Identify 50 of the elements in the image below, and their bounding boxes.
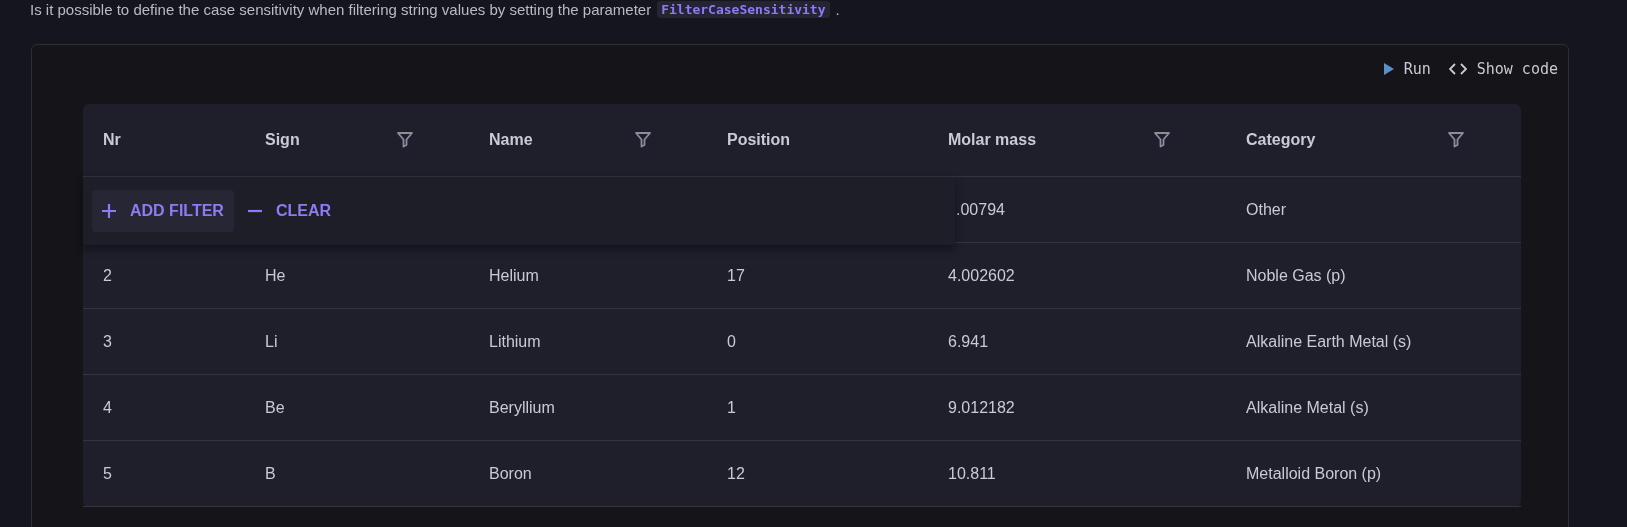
table-cell: Noble Gas (p) <box>1246 266 1346 285</box>
table-cell: B <box>265 464 276 483</box>
column-header: Sign <box>265 131 300 149</box>
table-cell: 4 <box>103 398 112 417</box>
play-icon <box>1383 63 1394 75</box>
table-cell: 10.811 <box>948 464 996 483</box>
filter-icon <box>1447 130 1465 148</box>
table-cell: 6.941 <box>948 332 989 351</box>
filter-icon <box>634 130 652 148</box>
filter-icon <box>1153 130 1171 148</box>
table-cell: 1 <box>727 398 736 417</box>
table-cell: 9.012182 <box>948 398 1015 417</box>
filter-button[interactable] <box>395 130 415 150</box>
table-cell: 0 <box>727 332 736 351</box>
table-cell: Boron <box>489 464 532 483</box>
filter-button[interactable] <box>633 130 653 150</box>
column-header: Category <box>1246 131 1316 149</box>
table-cell: Helium <box>489 266 539 285</box>
plus-icon <box>102 204 116 218</box>
code-snippet: FilterCaseSensitivity <box>657 1 830 18</box>
code-icon <box>1448 63 1467 75</box>
table-cell: Lithium <box>489 332 541 351</box>
table-cell: 12 <box>727 464 745 483</box>
table-cell: 5 <box>103 464 112 483</box>
filter-button[interactable] <box>1446 130 1466 150</box>
intro-text: Is it possible to define the case sensitivity when filtering string values by setting the parameter <box>30 1 652 18</box>
show-code-button[interactable]: Show code <box>1448 55 1558 83</box>
table-cell: 3 <box>103 332 112 351</box>
table-cell: .00794 <box>956 200 1005 219</box>
table-cell: Other <box>1246 200 1286 219</box>
table-cell: Alkaline Metal (s) <box>1246 398 1369 417</box>
filter-button[interactable] <box>1152 130 1172 150</box>
table-cell: Be <box>265 398 285 417</box>
table-cell: He <box>265 266 286 285</box>
table-cell: 4.002602 <box>948 266 1015 285</box>
table-cell: Li <box>265 332 278 351</box>
column-header: Position <box>727 131 791 149</box>
filter-icon <box>396 130 414 148</box>
intro-text: . <box>835 1 840 18</box>
table-cell: Metalloid Boron (p) <box>1246 464 1382 483</box>
run-button[interactable]: Run <box>1383 55 1431 83</box>
table-cell: Alkaline Earth Metal (s) <box>1246 332 1412 351</box>
clear-button[interactable]: CLEAR <box>237 190 342 232</box>
column-header: Name <box>489 131 533 149</box>
table-cell: 17 <box>727 266 745 285</box>
table-cell: Beryllium <box>489 398 555 417</box>
column-header: Molar mass <box>948 131 1037 149</box>
column-header: Nr <box>103 131 121 149</box>
table-cell: 2 <box>103 266 112 285</box>
add-filter-button[interactable]: ADD FILTER <box>92 190 234 232</box>
